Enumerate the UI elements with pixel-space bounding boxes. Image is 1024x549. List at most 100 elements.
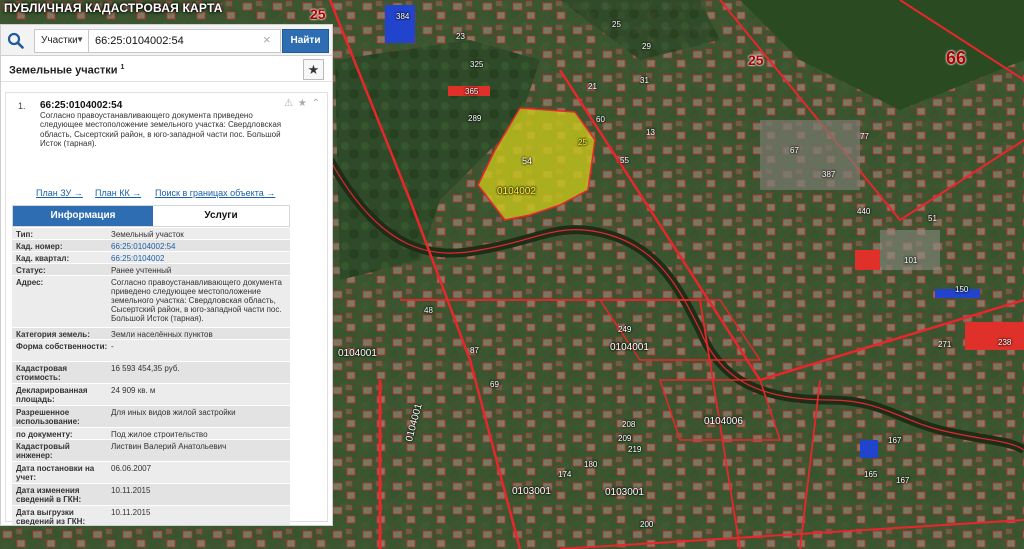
attribute-row: Кад. номер: 66:25:0104002:54 (12, 240, 290, 252)
favorites-button[interactable]: ★ (303, 59, 324, 80)
result-description: Согласно правоустанавливающего документа… (40, 111, 282, 149)
result-cadastral-number[interactable]: 66:25:0104002:54 (40, 100, 122, 111)
attribute-label: Дата изменения сведений в ГКН: (16, 486, 82, 504)
selected-parcel-quarter: 0104002 (497, 186, 536, 197)
attribute-value: 10.11.2015 (111, 486, 151, 495)
attribute-label: Дата постановки на учет: (16, 464, 95, 482)
parcel-label: 249 (618, 325, 632, 334)
quarter-label: 0103001 (512, 486, 551, 497)
attribute-value[interactable]: 66:25:0104002 (111, 254, 286, 263)
parcel-label: 150 (955, 285, 969, 294)
search-bar: Участки ▼ × Найти (0, 24, 333, 56)
results-count: 1 (120, 64, 125, 71)
attribute-row: Дата выгрузки сведений из ГКН: 10.11.2015 (12, 506, 290, 526)
parcel-label: 174 (558, 470, 572, 479)
parcel-label: 238 (998, 338, 1012, 347)
parcel-label: 165 (864, 470, 878, 479)
attribute-label: Декларированная площадь: (16, 386, 88, 404)
attribute-label: Кад. номер: (16, 242, 63, 251)
tab-services[interactable]: Услуги (153, 206, 289, 226)
attribute-label: Статус: (16, 266, 46, 275)
parcel-label: 440 (857, 207, 871, 216)
parcel-label: 55 (620, 156, 629, 165)
find-button[interactable]: Найти (282, 29, 329, 53)
quarter-label: 0104006 (704, 416, 743, 427)
quarter-label: 0104001 (610, 342, 649, 353)
attribute-row: Статус: Ранее учтенный (12, 264, 290, 276)
attribute-label: Категория земель: (16, 330, 90, 339)
blue-roof-building (860, 440, 878, 458)
attribute-value: 06.06.2007 (111, 464, 152, 473)
attribute-row: Кадастровый инженер: Листвин Валерий Анат… (12, 440, 290, 462)
parcel-label: 77 (860, 132, 869, 141)
plan-kk-link[interactable]: План КК → (95, 188, 141, 198)
attribute-value[interactable]: 66:25:0104002:54 (111, 242, 286, 251)
search-type-select[interactable]: Участки ▼ (34, 29, 89, 53)
attribute-value: 16 593 454,35 руб. (111, 364, 180, 373)
parcel-label: 60 (596, 115, 605, 124)
attribute-label: Дата выгрузки сведений из ГКН: (16, 508, 86, 526)
parcel-label: 167 (888, 436, 902, 445)
quarter-label: 0104001 (338, 348, 377, 359)
search-in-bounds-link[interactable]: Поиск в границах объекта → (155, 188, 275, 198)
attribute-row: Декларированная площадь: 24 909 кв. м (12, 384, 290, 406)
parcel-label: 208 (622, 420, 636, 429)
attribute-label: Адрес: (16, 278, 44, 287)
parcel-label: 325 (470, 60, 484, 69)
parcel-label: 180 (584, 460, 598, 469)
attribute-row: Дата постановки на учет: 06.06.2007 (12, 462, 290, 484)
attribute-row: Разрешенное использование: Для иных видов… (12, 406, 290, 428)
search-input[interactable] (89, 29, 281, 53)
parcel-label: 384 (396, 12, 410, 21)
result-index: 1. (18, 101, 26, 111)
blue-roof-building (385, 5, 415, 43)
attribute-value: Для иных видов жилой застройки (111, 408, 236, 417)
chevron-down-icon: ▼ (76, 35, 84, 44)
quarter-label: 0103001 (605, 487, 644, 498)
results-title: Земельные участки 1 (9, 64, 124, 77)
results-header: Земельные участки 1 ★ (1, 56, 332, 82)
map-parcel-label: 25 (578, 138, 587, 147)
parcel-label: 365 (465, 87, 479, 96)
parcel-label: 271 (938, 340, 952, 349)
parcel-label: 167 (896, 476, 910, 485)
attribute-value: - (111, 342, 114, 351)
attribute-row: Дата изменения сведений в ГКН: 10.11.2015 (12, 484, 290, 506)
attribute-value: Под жилое строительство (111, 430, 208, 439)
attribute-row: Тип: Земельный участок (12, 228, 290, 240)
parcel-label: 29 (642, 42, 651, 51)
result-item: 1. 66:25:0104002:54 ⚠ ★ ⌃ Согласно право… (5, 92, 328, 525)
clear-icon[interactable]: × (263, 32, 271, 47)
attribute-value: 24 909 кв. м (111, 386, 156, 395)
parcel-label: 209 (618, 434, 632, 443)
attribute-value: 10.11.2015 (111, 508, 151, 517)
attribute-label: Форма собственности: (16, 342, 108, 351)
parcel-label: 67 (790, 146, 799, 155)
search-icon[interactable] (7, 32, 24, 49)
attribute-label: по документу: (16, 430, 73, 439)
attribute-value: Земли населённых пунктов (111, 330, 213, 339)
attribute-row: Кад. квартал: 66:25:0104002 (12, 252, 290, 264)
attribute-label: Кадастровый инженер: (16, 442, 70, 460)
parcel-label: 219 (628, 445, 642, 454)
attribute-value: Согласно правоустанавливающего документа… (111, 278, 282, 323)
tab-information[interactable]: Информация (13, 206, 153, 226)
attributes-table: Тип: Земельный участок Кад. номер: 66:25:01… (12, 228, 290, 526)
item-tabs: Информация Услуги (12, 205, 290, 227)
search-type-label: Участки (41, 35, 78, 46)
parcel-label: 25 (612, 20, 621, 29)
parcel-label: 87 (470, 346, 479, 355)
parcel-label: 200 (640, 520, 654, 529)
results-panel: Земельные участки 1 ★ 1. 66:25:0104002:5… (0, 56, 333, 526)
parcel-label: 21 (588, 82, 597, 91)
plan-zu-link[interactable]: План ЗУ → (36, 188, 83, 198)
parcel-label: 13 (646, 128, 655, 137)
results-title-text: Земельные участки (9, 64, 118, 77)
attribute-value: Листвин Валерий Анатольевич (111, 442, 227, 451)
parcel-label: 387 (822, 170, 836, 179)
attribute-value: Земельный участок (111, 230, 184, 239)
result-actions-icon[interactable]: ⚠ ★ ⌃ (284, 98, 321, 109)
map-label-large: 25 (748, 52, 764, 68)
parcel-label: 23 (456, 32, 465, 41)
app-title: ПУБЛИЧНАЯ КАДАСТРОВАЯ КАРТА (4, 1, 223, 15)
